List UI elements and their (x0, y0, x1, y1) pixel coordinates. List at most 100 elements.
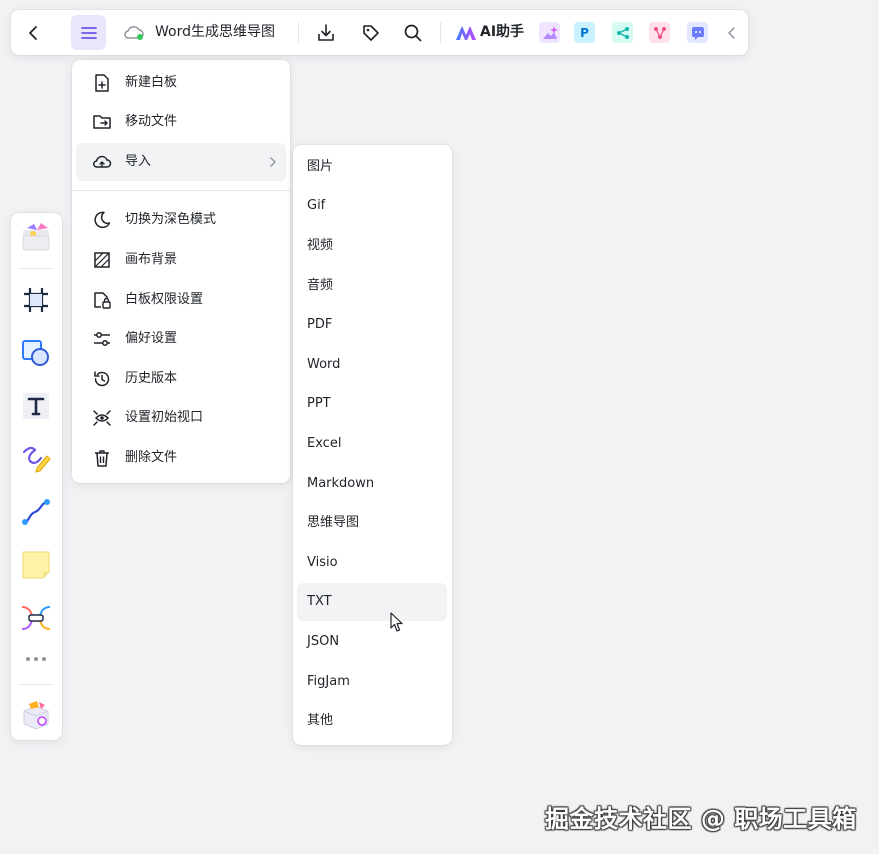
document-title[interactable]: Word生成思维导图 (155, 10, 275, 55)
tool-sidebar (11, 213, 62, 740)
menu-item-label: 新建白板 (125, 75, 178, 90)
import-option-json[interactable]: JSON (297, 623, 447, 661)
text-tool[interactable] (19, 389, 53, 423)
menu-item-move-file[interactable]: 移动文件 (76, 103, 286, 141)
plugin-tool[interactable] (19, 698, 53, 732)
import-option-label: JSON (307, 634, 340, 649)
collapse-toolbar-button[interactable] (723, 10, 741, 55)
menu-item-label: 导入 (125, 154, 152, 169)
download-button[interactable] (312, 10, 340, 55)
sliders-icon (94, 332, 110, 346)
shape-tool[interactable] (19, 336, 53, 370)
menu-item-dark-mode[interactable]: 切换为深色模式 (76, 201, 286, 239)
menu-item-label: 移动文件 (125, 114, 178, 129)
tag-button[interactable] (357, 10, 385, 55)
ai-logo-icon (454, 10, 478, 55)
ai-image-app-icon[interactable] (539, 22, 560, 43)
watermark-text: 掘金技术社区 @ 职场工具箱 (545, 805, 857, 833)
main-menu: 新建白板 移动文件 导入 切换为深色模式 画布背景 白板权限设置 偏好设置 历史… (72, 60, 290, 483)
plugin-box-icon (23, 701, 49, 730)
chevron-left-icon (29, 25, 37, 40)
toolbar-divider (440, 22, 441, 43)
pen-tool[interactable] (19, 442, 53, 476)
import-option-visio[interactable]: Visio (297, 544, 447, 582)
sticky-note-tool[interactable] (19, 548, 53, 582)
new-board-icon (95, 74, 109, 92)
more-tools-button[interactable] (19, 644, 53, 674)
search-button[interactable] (399, 10, 427, 55)
import-option-label: 视频 (307, 238, 334, 253)
import-option-audio[interactable]: 音频 (297, 267, 447, 305)
import-option-txt[interactable]: TXT (297, 583, 447, 621)
import-option-gif[interactable]: Gif (297, 187, 447, 225)
import-option-label: Excel (307, 436, 342, 451)
cloud-upload-icon (93, 155, 112, 168)
download-icon (318, 23, 334, 41)
import-option-image[interactable]: 图片 (297, 148, 447, 186)
import-option-pdf[interactable]: PDF (297, 306, 447, 344)
menu-item-canvas-background[interactable]: 画布背景 (76, 241, 286, 279)
menu-item-preferences[interactable]: 偏好设置 (76, 320, 286, 358)
import-option-label: Word (307, 357, 341, 372)
import-option-label: Gif (307, 198, 326, 213)
connector-tool[interactable] (19, 495, 53, 529)
menu-item-import[interactable]: 导入 (76, 143, 286, 181)
trash-icon (95, 450, 109, 467)
sidebar-divider (19, 268, 54, 269)
mindmap-tool[interactable] (19, 601, 53, 635)
menu-item-label: 历史版本 (125, 371, 178, 386)
moon-icon (94, 211, 111, 229)
pen-icon (22, 446, 51, 473)
import-option-excel[interactable]: Excel (297, 425, 447, 463)
import-option-ppt[interactable]: PPT (297, 385, 447, 423)
sticky-note-icon (22, 551, 50, 579)
mouse-cursor-icon (390, 612, 403, 632)
menu-item-label: 偏好设置 (125, 331, 178, 346)
menu-item-label: 设置初始视口 (125, 410, 204, 425)
ai-assistant-button[interactable]: AI助手 (480, 10, 524, 55)
menu-item-label: 删除文件 (125, 450, 178, 465)
import-option-label: FigJam (307, 674, 350, 689)
move-folder-icon (93, 115, 111, 129)
sidebar-divider (19, 684, 54, 685)
lock-file-icon (94, 292, 111, 309)
share-app-icon[interactable] (612, 22, 633, 43)
import-option-mindmap[interactable]: 思维导图 (297, 504, 447, 542)
import-option-word[interactable]: Word (297, 346, 447, 384)
frame-tool[interactable] (19, 283, 53, 317)
connector-icon (22, 499, 50, 525)
import-option-markdown[interactable]: Markdown (297, 465, 447, 503)
flow-app-icon[interactable] (649, 22, 670, 43)
chevron-left-icon (728, 26, 735, 39)
history-icon (94, 371, 110, 387)
chat-app-icon[interactable] (687, 22, 708, 43)
menu-item-label: 切换为深色模式 (125, 212, 217, 227)
cloud-sync-icon (121, 10, 147, 55)
top-toolbar: Word生成思维导图 AI助手 P (11, 10, 748, 55)
import-option-video[interactable]: 视频 (297, 227, 447, 265)
import-option-figjam[interactable]: FigJam (297, 663, 447, 701)
menu-item-label: 白板权限设置 (125, 292, 204, 307)
eye-viewport-icon (93, 410, 111, 426)
templates-tool[interactable] (19, 220, 53, 254)
p-app-icon[interactable]: P (574, 22, 595, 43)
import-option-label: TXT (307, 594, 332, 609)
menu-item-initial-viewport[interactable]: 设置初始视口 (76, 399, 286, 437)
frame-icon (24, 288, 48, 312)
import-option-label: 音频 (307, 278, 334, 293)
shape-icon (22, 340, 49, 366)
back-button[interactable] (19, 10, 49, 55)
import-option-label: Visio (307, 555, 338, 570)
import-option-label: PPT (307, 396, 331, 411)
templates-icon (22, 223, 50, 251)
import-option-label: PDF (307, 317, 333, 332)
menu-item-new-board[interactable]: 新建白板 (76, 64, 286, 102)
menu-item-delete-file[interactable]: 删除文件 (76, 439, 286, 477)
import-option-other[interactable]: 其他 (297, 702, 447, 740)
menu-item-history[interactable]: 历史版本 (76, 360, 286, 398)
menu-button[interactable] (71, 15, 106, 50)
menu-item-permissions[interactable]: 白板权限设置 (76, 281, 286, 319)
import-option-label: 其他 (307, 713, 334, 728)
import-option-label: Markdown (307, 476, 375, 491)
toolbar-divider (298, 22, 299, 43)
